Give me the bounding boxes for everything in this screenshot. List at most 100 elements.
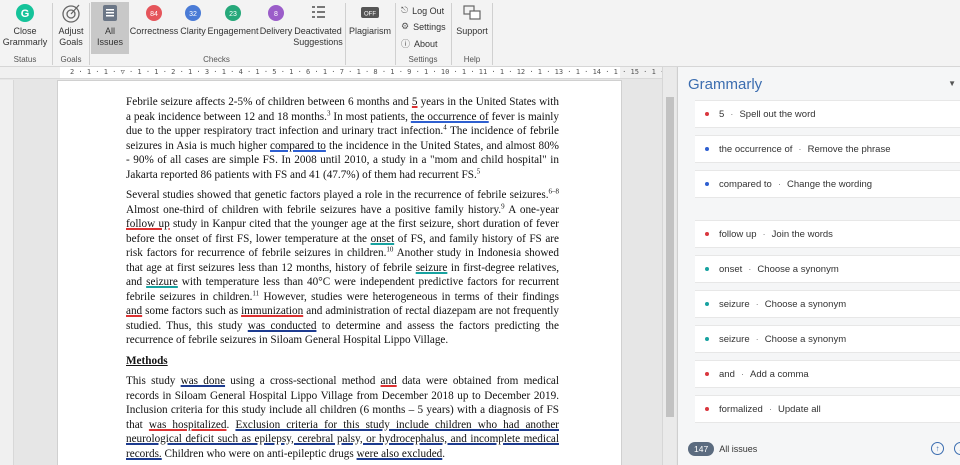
paragraph-3: This study was done using a cross-sectio… (126, 375, 560, 460)
severity-dot (705, 147, 709, 151)
correctness-button[interactable]: 84 Correctness (130, 2, 178, 54)
support-button[interactable]: Support (454, 2, 490, 54)
all-issues-filter-label[interactable]: All issues (719, 444, 757, 454)
ruler-ticks: 2 · 1 · 1 · ▽ · 1 · 1 · 2 · 1 · 3 · 1 · … (70, 68, 662, 76)
paragraph-2: Several studies showed that genetic fact… (126, 187, 560, 346)
horizontal-ruler[interactable]: 2 · 1 · 1 · ▽ · 1 · 1 · 2 · 1 · 3 · 1 · … (0, 67, 662, 79)
suggestion-card[interactable]: compared to · Change the wording (695, 170, 960, 198)
suggestion-word: formalized (719, 403, 763, 415)
suggestion-card[interactable]: and · Add a comma (695, 360, 960, 388)
severity-dot (705, 372, 709, 376)
all-issues-icon (99, 2, 121, 24)
issue-was-conducted[interactable]: was conducted (248, 320, 317, 332)
suggestion-word: compared to (719, 178, 772, 190)
vertical-ruler[interactable] (0, 80, 14, 465)
delivery-icon: 8 (265, 2, 287, 24)
pane-title: Grammarly (688, 76, 763, 93)
document-text[interactable]: Febrile seizure affects 2-5% of children… (126, 95, 559, 465)
adjust-goals-button[interactable]: Adjust Goals (55, 2, 87, 54)
document-page[interactable]: Febrile seizure affects 2-5% of children… (57, 80, 622, 465)
paragraph-1: Febrile seizure affects 2-5% of children… (126, 96, 560, 181)
issue-was-hospitalized[interactable]: was hospitalized (149, 419, 227, 431)
issue-were-also-excluded[interactable]: were also excluded (357, 448, 443, 460)
logout-icon: ⎋ (401, 5, 409, 15)
grammarly-logo-icon: G (14, 2, 36, 24)
severity-dot (705, 232, 709, 236)
document-area: Febrile seizure affects 2-5% of children… (15, 80, 660, 465)
suggestion-action: Join the words (771, 228, 833, 240)
suggestion-card[interactable]: onset · Choose a synonym (695, 255, 960, 283)
document-scrollbar[interactable] (662, 67, 676, 465)
correctness-label: Correctness (129, 26, 179, 36)
separator (345, 3, 346, 65)
target-icon (60, 2, 82, 24)
svg-text:23: 23 (229, 11, 237, 18)
deactivated-suggestions-button[interactable]: Deactivated Suggestions (293, 2, 343, 54)
issue-was-done[interactable]: was done (181, 375, 225, 387)
info-icon: ⓘ (401, 39, 411, 49)
clarity-button[interactable]: 32 Clarity (179, 2, 207, 54)
severity-dot (705, 112, 709, 116)
issue-and[interactable]: and (126, 305, 142, 317)
issue-seizure-1[interactable]: seizure (416, 262, 448, 274)
issue-follow-up[interactable]: follow up (126, 218, 170, 230)
logout-button[interactable]: ⎋ Log Out (401, 5, 444, 16)
suggestion-word: the occurrence of (719, 143, 793, 155)
scroll-up-icon[interactable]: ↑ (931, 442, 944, 455)
suggestion-word: and (719, 368, 735, 380)
dropdown-arrow-icon[interactable]: ▼ (948, 79, 956, 88)
suggestion-card[interactable]: 5 · Spell out the word (695, 100, 960, 128)
grammarly-ribbon: G Close Grammarly Adjust Goals All Issue… (0, 0, 960, 67)
issue-onset[interactable]: onset (371, 233, 395, 245)
about-label: About (414, 38, 438, 49)
suggestion-card[interactable]: seizure · Choose a synonym (695, 290, 960, 318)
clarity-icon: 32 (182, 2, 204, 24)
suggestion-action: Change the wording (786, 178, 873, 190)
engagement-icon: 23 (222, 2, 244, 24)
group-label-checks: Checks (203, 55, 230, 64)
svg-text:84: 84 (150, 11, 158, 18)
logout-label: Log Out (412, 5, 445, 16)
suggestion-card[interactable]: formalized · Update all (695, 395, 960, 423)
suggestion-action: Choose a synonym (764, 333, 847, 345)
about-button[interactable]: ⓘ About (401, 37, 438, 50)
severity-dot (705, 302, 709, 306)
suggestion-word: onset (719, 263, 743, 275)
suggestion-card[interactable]: seizure · Choose a synonym (695, 325, 960, 353)
deactivated-suggestions-label: Deactivated Suggestions (293, 26, 343, 47)
suggestion-action: Remove the phrase (807, 143, 891, 155)
issue-immunization[interactable]: immunization (241, 305, 303, 317)
suggestion-action: Update all (778, 403, 821, 415)
plagiarism-button[interactable]: OFF Plagiarism (348, 2, 392, 54)
methods-heading: Methods (126, 354, 168, 367)
suggestion-action: Spell out the word (739, 108, 816, 120)
all-issues-button[interactable]: All Issues (91, 2, 129, 54)
clarity-label: Clarity (180, 26, 206, 36)
issue-seizure-2[interactable]: seizure (146, 276, 178, 288)
issue-compared-to[interactable]: compared to (270, 140, 326, 152)
issue-the-occurrence-of[interactable]: the occurrence of (411, 111, 489, 123)
suggestion-action: Choose a synonym (764, 298, 847, 310)
delivery-button[interactable]: 8 Delivery (259, 2, 293, 54)
settings-button[interactable]: ⚙ Settings (401, 21, 446, 32)
engagement-button[interactable]: 23 Engagement (207, 2, 259, 54)
delivery-label: Delivery (259, 26, 293, 36)
svg-text:OFF: OFF (364, 12, 376, 18)
separator (89, 3, 90, 65)
close-grammarly-button[interactable]: G Close Grammarly (2, 2, 48, 54)
group-label-goals: Goals (60, 55, 82, 64)
adjust-goals-label: Adjust Goals (58, 26, 84, 47)
suggestion-action: Add a comma (750, 368, 809, 380)
severity-dot (705, 337, 709, 341)
scrollbar-thumb[interactable] (666, 97, 674, 417)
scroll-down-icon[interactable]: ↓ (954, 442, 960, 455)
correctness-icon: 84 (143, 2, 165, 24)
issue-and-2[interactable]: and (381, 375, 397, 387)
suggestion-card[interactable]: follow up · Join the words (695, 220, 960, 248)
close-grammarly-label: Close Grammarly (2, 26, 48, 47)
suggestion-card[interactable]: the occurrence of · Remove the phrase (695, 135, 960, 163)
svg-text:32: 32 (189, 11, 197, 18)
severity-dot (705, 267, 709, 271)
group-label-status: Status (13, 55, 37, 64)
engagement-label: Engagement (207, 26, 259, 36)
